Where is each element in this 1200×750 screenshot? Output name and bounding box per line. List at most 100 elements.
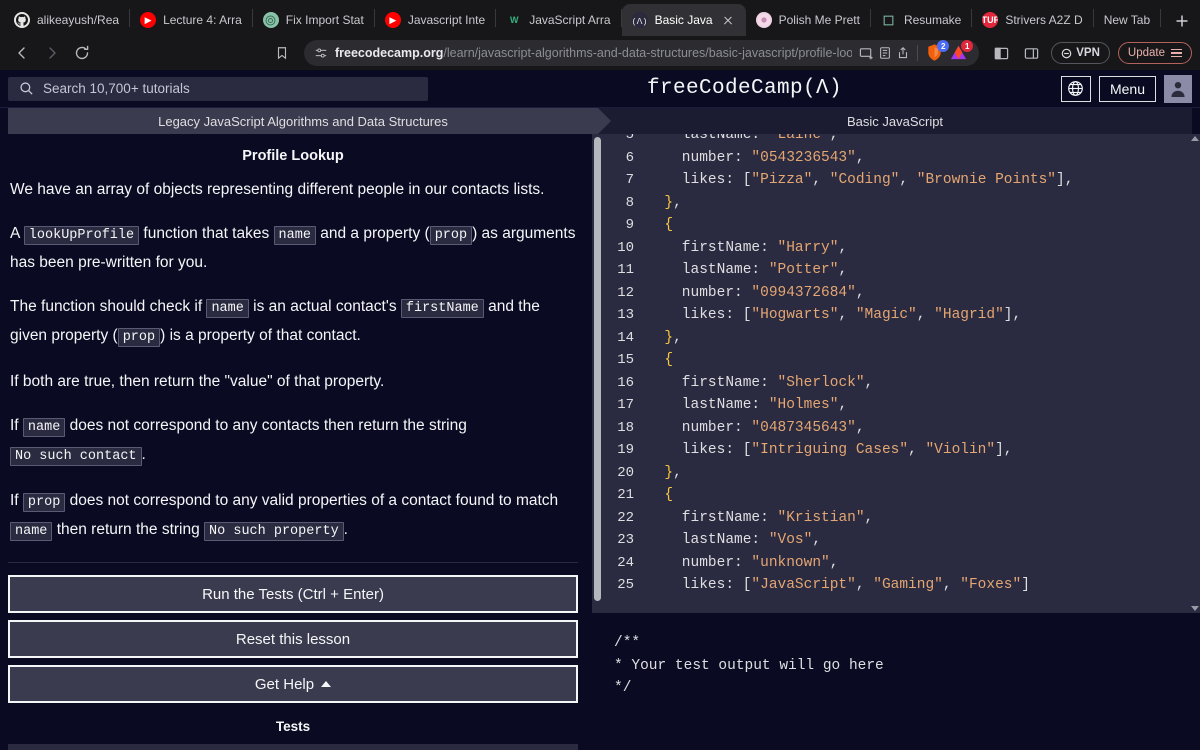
- line-content[interactable]: firstName: "Harry",: [647, 237, 1200, 260]
- text-run: We have an array of objects representing…: [10, 181, 545, 198]
- inline-code: name: [273, 226, 316, 245]
- line-number: 23: [617, 532, 634, 548]
- url-path: /learn/javascript-algorithms-and-data-st…: [443, 46, 853, 60]
- code-line: 5 lastName: "Laine",: [603, 134, 1200, 147]
- browser-tab-9[interactable]: New Tab: [1094, 4, 1160, 36]
- code-token: "Gaming": [873, 577, 943, 593]
- code-line: 21 {: [603, 484, 1200, 507]
- inline-code: name: [22, 418, 66, 437]
- inline-code: lookUpProfile: [23, 226, 140, 245]
- sidebar-toggle-icon[interactable]: [987, 39, 1015, 67]
- browser-tab-3[interactable]: ▶ Javascript Inte: [375, 4, 495, 36]
- brave-shields-icon[interactable]: 2: [925, 40, 950, 63]
- browser-tab-7[interactable]: Resumake: [871, 4, 971, 36]
- line-content[interactable]: lastName: "Holmes",: [647, 394, 1200, 417]
- forward-icon[interactable]: [38, 39, 66, 67]
- code-token: }: [647, 194, 674, 211]
- line-content[interactable]: likes: ["Pizza", "Coding", "Brownie Poin…: [647, 169, 1200, 192]
- instruction-paragraph: If prop does not correspond to any valid…: [8, 487, 578, 545]
- line-content[interactable]: {: [647, 484, 1200, 507]
- browser-tab-6[interactable]: Polish Me Prett: [746, 4, 870, 36]
- browser-tab-1[interactable]: ▶ Lecture 4: Arra: [130, 4, 252, 36]
- vpn-label: VPN: [1076, 47, 1100, 59]
- inline-code: prop: [117, 328, 161, 347]
- avatar[interactable]: [1164, 74, 1192, 103]
- line-content[interactable]: likes: ["JavaScript", "Gaming", "Foxes"]: [647, 574, 1200, 597]
- run-tests-button[interactable]: Run the Tests (Ctrl + Enter): [8, 575, 578, 613]
- get-help-label: Get Help: [254, 675, 315, 693]
- editor-scrollbar-right[interactable]: [1189, 134, 1200, 613]
- new-tab-button[interactable]: [1167, 6, 1197, 36]
- tests-list: lookUpProfile("Kristian", "lastName") sh…: [8, 744, 578, 750]
- inline-code: prop: [429, 226, 473, 245]
- code-line: 15 {: [603, 349, 1200, 372]
- reading-list-icon[interactable]: [878, 46, 892, 60]
- line-content[interactable]: number: "0994372684",: [647, 282, 1200, 305]
- cast-icon[interactable]: [859, 46, 874, 61]
- language-button[interactable]: [1060, 75, 1091, 102]
- brave-rewards-icon[interactable]: 1: [949, 40, 974, 63]
- browser-tab-8[interactable]: TUF Strivers A2Z D: [972, 4, 1092, 36]
- line-content[interactable]: },: [647, 462, 1200, 485]
- search-input[interactable]: Search 10,700+ tutorials: [8, 76, 428, 101]
- line-content[interactable]: number: "0487345643",: [647, 417, 1200, 440]
- inline-code: firstName: [400, 299, 484, 318]
- text-run: If: [10, 492, 23, 509]
- browser-tab-active[interactable]: (ᐱ) Basic Java: [621, 4, 746, 36]
- vpn-button[interactable]: VPN: [1051, 42, 1110, 64]
- share-icon[interactable]: [896, 46, 910, 60]
- code-line: 25 likes: ["JavaScript", "Gaming", "Foxe…: [603, 574, 1200, 597]
- line-content[interactable]: likes: ["Intriguing Cases", "Violin"],: [647, 439, 1200, 462]
- code-token: number:: [647, 419, 752, 436]
- line-number: 22: [617, 509, 634, 526]
- line-content[interactable]: lastName: "Laine",: [647, 134, 1200, 147]
- close-icon[interactable]: [720, 12, 736, 28]
- scroll-up-icon[interactable]: [1190, 136, 1199, 141]
- code-line: 10 firstName: "Harry",: [603, 237, 1200, 260]
- browser-tab-2[interactable]: Fix Import Stat: [253, 4, 374, 36]
- browser-tab-4[interactable]: W JavaScript Arra: [496, 4, 620, 36]
- hamburger-menu-icon[interactable]: [1171, 48, 1182, 58]
- tab-title: Polish Me Prett: [778, 13, 860, 27]
- bookmark-icon[interactable]: [268, 39, 296, 67]
- reset-lesson-button[interactable]: Reset this lesson: [8, 620, 578, 658]
- line-content[interactable]: number: "unknown",: [647, 552, 1200, 575]
- site-settings-icon[interactable]: [314, 46, 328, 60]
- line-number: 12: [617, 284, 634, 301]
- update-button[interactable]: Update: [1117, 42, 1192, 64]
- line-content[interactable]: {: [647, 214, 1200, 237]
- code-editor[interactable]: 5 lastName: "Laine", 6 number: "054323654…: [592, 134, 1200, 613]
- scroll-down-icon[interactable]: [1190, 606, 1199, 611]
- line-content[interactable]: firstName: "Kristian",: [647, 507, 1200, 530]
- scrollbar-thumb[interactable]: [594, 137, 601, 601]
- line-content[interactable]: lastName: "Vos",: [647, 529, 1200, 552]
- reload-icon[interactable]: [68, 39, 96, 67]
- address-bar[interactable]: freecodecamp.org/learn/javascript-algori…: [304, 40, 980, 66]
- shields-badge-count: 2: [937, 40, 950, 52]
- breadcrumb-block[interactable]: Basic JavaScript: [598, 108, 1192, 134]
- back-icon[interactable]: [8, 39, 36, 67]
- line-content[interactable]: {: [647, 349, 1200, 372]
- split-view-icon[interactable]: [1017, 39, 1045, 67]
- code-token: "Potter": [768, 262, 839, 278]
- line-number: 18: [617, 419, 634, 436]
- code-token: "Magic": [855, 307, 917, 323]
- editor-scrollbar-left[interactable]: [592, 134, 603, 613]
- get-help-button[interactable]: Get Help: [8, 665, 578, 703]
- breadcrumb-superblock[interactable]: Legacy JavaScript Algorithms and Data St…: [8, 108, 611, 134]
- line-content[interactable]: lastName: "Potter",: [647, 259, 1200, 282]
- line-content[interactable]: firstName: "Sherlock",: [647, 372, 1200, 395]
- line-content[interactable]: likes: ["Hogwarts", "Magic", "Hagrid"],: [647, 304, 1200, 327]
- line-content[interactable]: number: "0543236543",: [647, 147, 1200, 170]
- line-content[interactable]: },: [647, 327, 1200, 350]
- code-area[interactable]: 5 lastName: "Laine", 6 number: "054323654…: [603, 134, 1200, 613]
- code-token: "Brownie Points": [916, 172, 1057, 188]
- chatgpt-icon: [262, 12, 279, 28]
- code-token: firstName:: [647, 239, 778, 256]
- freecodecamp-logo[interactable]: freeCodeCamp(Ʌ): [438, 77, 1051, 100]
- line-content[interactable]: },: [647, 192, 1200, 215]
- menu-button[interactable]: Menu: [1098, 75, 1156, 102]
- instruction-paragraph: If name does not correspond to any conta…: [8, 412, 578, 470]
- browser-tab-0[interactable]: alikeayush/Rea: [4, 4, 129, 36]
- code-token: "Coding": [829, 172, 900, 188]
